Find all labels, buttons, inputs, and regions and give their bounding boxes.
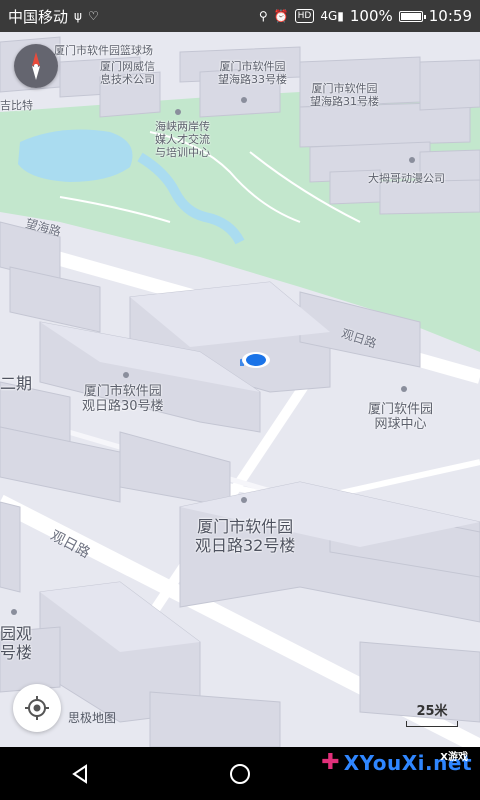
user-location-marker [220,350,270,372]
poi-yuanguan[interactable]: 园观 号楼 [0,624,32,662]
scale-label: 25米 [416,704,448,719]
compass-icon [32,52,40,80]
poi-wangwei-company[interactable]: 厦门网威信 息技术公司 [100,60,155,86]
poi-building-32[interactable]: 厦门市软件园 观日路32号楼 [195,517,295,555]
poi-building-33[interactable]: 厦门市软件园 望海路33号楼 [218,60,287,86]
back-icon [72,763,87,784]
clock: 10:59 [428,7,472,25]
battery-percent: 100% [349,7,393,25]
poi-dashijie[interactable]: 大拇哥动漫公司 [368,172,445,185]
poi-haixia-center[interactable]: 海峡两岸传 媒人才交流 与培训中心 [155,120,210,159]
locate-icon [25,696,49,720]
watermark-tag: X游戏 [440,752,468,763]
poi-tennis-center[interactable]: 厦门软件园 网球中心 [368,402,433,432]
status-left: 中国移动 ψ ♡ [8,6,99,27]
home-icon [230,763,250,784]
poi-erqi[interactable]: 二期 [0,374,32,393]
lake [18,129,133,182]
poi-jibisi[interactable]: 吉比特 [0,99,33,112]
battery-icon [398,10,426,22]
back-button[interactable] [50,754,110,794]
health-icon: ♡ [87,9,99,23]
compass-button[interactable] [14,44,58,88]
carrier-label: 中国移动 [8,7,69,26]
alarm-icon: ⏰ [273,9,289,23]
watermark-logo-icon: ✚ [321,750,340,775]
locate-button[interactable] [13,684,61,732]
status-bar: 中国移动 ψ ♡ ⚲ ⏰ HD 4G▮ 100% 10:59 [0,0,480,32]
map-view[interactable]: 厦门市软件园篮球场 厦门网威信 息技术公司 厦门市软件园 望海路33号楼 吉比特… [0,32,480,747]
scale-bar: 25米 [406,700,458,727]
poi-building-30[interactable]: 厦门市软件园 观日路30号楼 [82,384,164,414]
signal-icon: 4G▮ [320,9,344,23]
map-canvas [0,36,480,747]
status-right: ⚲ ⏰ HD 4G▮ 100% 10:59 [259,7,472,25]
home-button[interactable] [210,754,270,794]
usb-icon: ψ [74,9,82,23]
hd-icon: HD [294,9,315,23]
poi-basketball-court[interactable]: 厦门市软件园篮球场 [54,44,153,57]
location-icon: ⚲ [258,9,268,23]
map-attribution: 思极地图 [68,711,117,725]
watermark: ✚ XYouXi.net X游戏 [321,750,472,775]
poi-building-31[interactable]: 厦门市软件园 望海路31号楼 [310,82,379,108]
scale-line [406,721,458,727]
